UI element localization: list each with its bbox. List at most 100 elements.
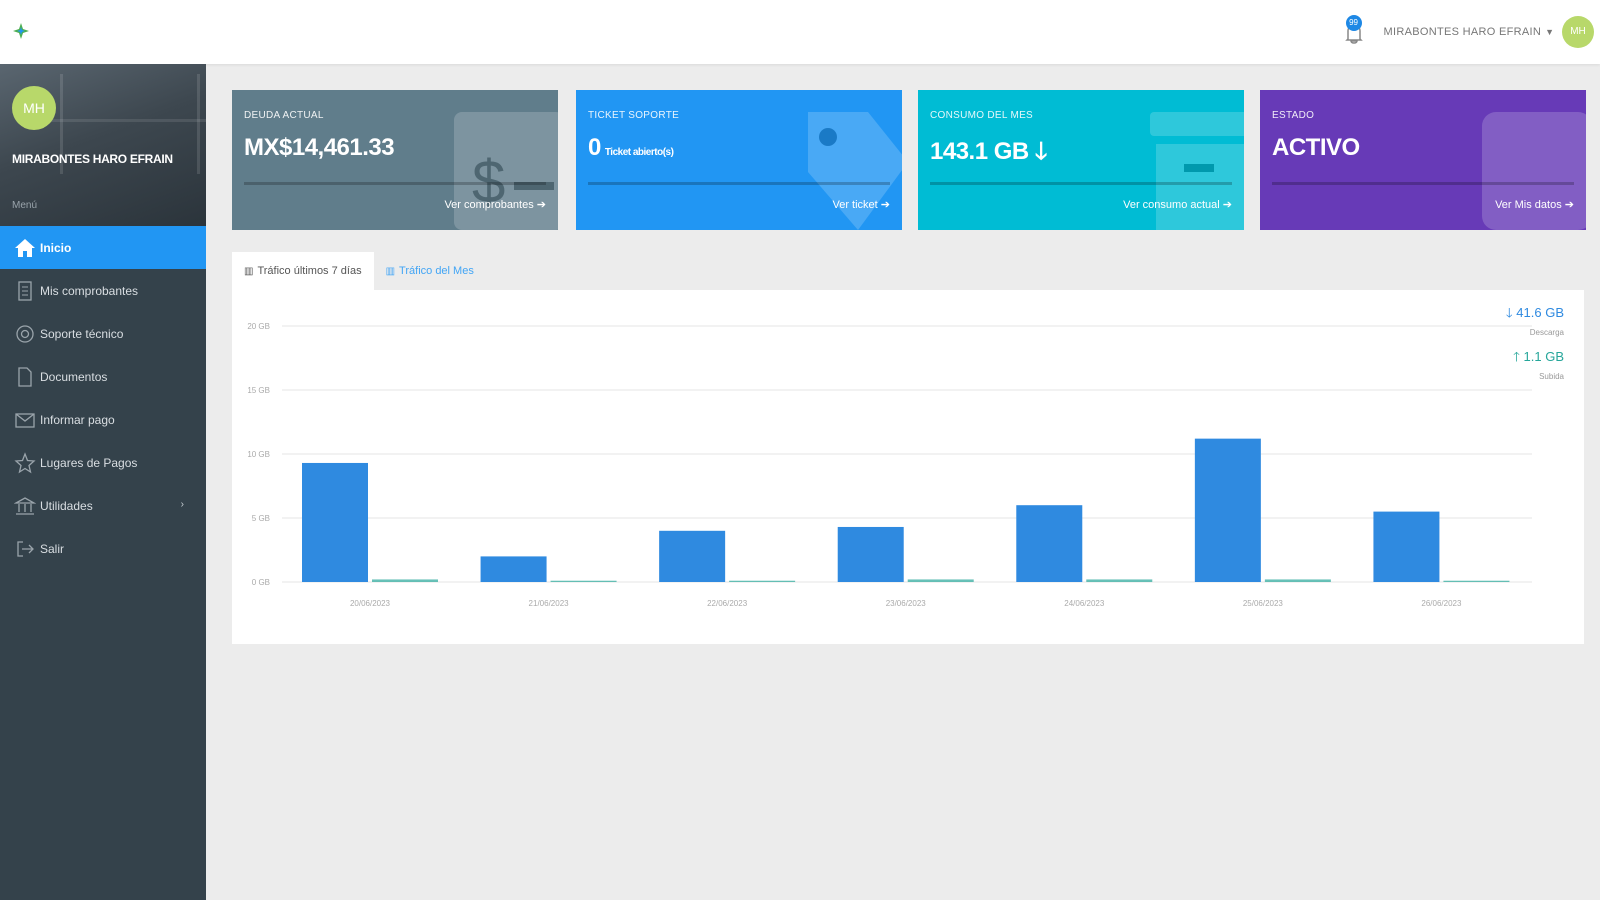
view-my-data-link[interactable]: Ver Mis datos ➔ <box>1495 198 1574 211</box>
download-label: Descarga <box>1529 328 1564 337</box>
download-value: 41.6 GB <box>1516 305 1564 320</box>
bar-upload <box>1264 579 1331 582</box>
bar-download <box>302 462 368 582</box>
file-icon <box>14 366 36 388</box>
user-menu-name[interactable]: MIRABONTES HARO EFRAIN <box>1384 26 1542 38</box>
logo-icon[interactable] <box>12 22 30 40</box>
legend-download: 🡓 41.6 GB Descarga <box>1506 304 1564 337</box>
card-value: ACTIVO <box>1272 134 1364 162</box>
home-icon <box>14 237 36 259</box>
y-tick-label: 5 GB <box>252 514 270 523</box>
card-value: 0 Ticket abierto(s) <box>588 134 674 162</box>
sidebar-menu-label: Menú <box>12 200 38 211</box>
bar-chart-icon: ▥ <box>244 265 254 277</box>
status-card: ESTADO ACTIVO Ver Mis datos ➔ <box>1260 90 1586 230</box>
monthly-usage-card: CONSUMO DEL MES 143.1 GB 🡓 Ver consumo a… <box>918 90 1244 230</box>
y-tick-label: 20 GB <box>247 322 270 331</box>
chevron-down-icon[interactable]: ▼ <box>1545 27 1554 37</box>
upload-value: 1.1 GB <box>1523 349 1564 364</box>
traffic-tabs: ▥ Tráfico últimos 7 días ▥ Tráfico del M… <box>232 252 486 290</box>
divider <box>588 182 890 185</box>
x-tick-label: 24/06/2023 <box>1064 599 1105 608</box>
dollar-icon: $ <box>454 112 558 230</box>
sidebar-item-label: Soporte técnico <box>40 326 124 341</box>
sidebar-item-informar-pago[interactable]: Informar pago <box>0 398 206 441</box>
bar-upload <box>550 580 617 582</box>
x-tick-label: 20/06/2023 <box>350 599 391 608</box>
x-tick-label: 21/06/2023 <box>529 599 570 608</box>
top-bar: 99 MIRABONTES HARO EFRAIN ▼ MH <box>0 0 1600 64</box>
envelope-icon <box>14 409 36 431</box>
download-total: 🡓 41.6 GB <box>1506 304 1564 326</box>
sidebar-item-label: Lugares de Pagos <box>40 455 138 470</box>
card-label: TICKET SOPORTE <box>588 110 680 121</box>
view-receipts-link[interactable]: Ver comprobantes ➔ <box>444 198 546 211</box>
monthly-usage-value: 143.1 GB 🡓 <box>930 138 1047 165</box>
bar-upload <box>372 579 438 582</box>
notification-badge: 99 <box>1345 15 1362 31</box>
x-tick-label: 25/06/2023 <box>1243 599 1284 608</box>
card-label: ESTADO <box>1272 110 1315 121</box>
sidebar-item-utilidades[interactable]: Utilidades › <box>0 484 206 527</box>
sidebar-item-label: Documentos <box>40 369 108 384</box>
notifications-button[interactable]: 99 <box>1342 15 1366 47</box>
archive-icon <box>1150 112 1244 230</box>
bar-download <box>480 556 547 582</box>
sidebar-profile: MH MIRABONTES HARO EFRAIN Menú <box>0 64 206 226</box>
arrow-down-icon: 🡓 <box>1505 305 1517 320</box>
star-icon <box>14 451 36 474</box>
y-tick-label: 0 GB <box>252 578 270 587</box>
logout-icon <box>14 538 36 560</box>
upload-total: 🡑 1.1 GB <box>1513 348 1564 370</box>
legend-upload: 🡑 1.1 GB Subida <box>1513 348 1564 381</box>
bank-icon <box>14 495 36 517</box>
support-icon <box>14 323 36 345</box>
divider <box>930 182 1232 185</box>
sidebar-item-label: Salir <box>40 541 65 556</box>
open-ticket-count: 0 <box>588 134 601 161</box>
sidebar-nav: Inicio Mis comprobantes Soporte técnico … <box>0 226 206 570</box>
sidebar-item-inicio[interactable]: Inicio <box>0 226 206 269</box>
bar-download <box>1373 511 1440 582</box>
sidebar-item-label: Mis comprobantes <box>40 283 139 298</box>
bar-download <box>1194 438 1261 582</box>
view-ticket-link[interactable]: Ver ticket ➔ <box>832 198 890 211</box>
view-usage-link[interactable]: Ver consumo actual ➔ <box>1123 198 1232 211</box>
avatar[interactable]: MH <box>1562 16 1594 48</box>
sidebar-item-lugares-de-pagos[interactable]: Lugares de Pagos <box>0 441 206 484</box>
card-value: 143.1 GB 🡓 <box>930 134 1051 175</box>
bar-download <box>1016 505 1083 582</box>
profile-card-icon <box>1482 112 1586 230</box>
traffic-bar-chart: 0 GB 5 GB 10 GB 15 GB 20 GB 20/06/2023 21/06/2… <box>247 322 1532 608</box>
y-tick-label: 10 GB <box>247 450 270 459</box>
bar-download <box>837 526 904 582</box>
x-tick-label: 23/06/2023 <box>886 599 927 608</box>
tab-last-7-days[interactable]: ▥ Tráfico últimos 7 días <box>232 252 374 290</box>
upload-label: Subida <box>1539 372 1564 381</box>
sidebar-item-salir[interactable]: Salir <box>0 527 206 570</box>
card-value-sub: Ticket abierto(s) <box>604 147 674 158</box>
sidebar-item-label: Inicio <box>40 240 72 255</box>
sidebar-item-label: Informar pago <box>40 412 115 427</box>
card-label: CONSUMO DEL MES <box>930 110 1034 121</box>
bar-upload <box>729 580 796 582</box>
document-icon <box>14 280 36 302</box>
y-tick-label: 15 GB <box>247 386 270 395</box>
x-tick-label: 22/06/2023 <box>707 599 748 608</box>
sidebar-item-label: Utilidades <box>40 498 93 513</box>
user-area: 99 MIRABONTES HARO EFRAIN ▼ MH <box>1342 10 1594 54</box>
tag-icon <box>808 112 902 230</box>
sidebar-item-documentos[interactable]: Documentos <box>0 355 206 398</box>
sidebar-item-soporte-tecnico[interactable]: Soporte técnico <box>0 312 206 355</box>
sidebar: MH MIRABONTES HARO EFRAIN Menú Inicio Mi… <box>0 64 206 900</box>
bar-download <box>659 530 726 582</box>
x-tick-label: 26/06/2023 <box>1421 599 1462 608</box>
chevron-right-icon: › <box>180 499 184 510</box>
tab-label: Tráfico del Mes <box>399 265 474 277</box>
debt-card: $ DEUDA ACTUAL MX$14,461.33 Ver comproba… <box>232 90 558 230</box>
tab-label: Tráfico últimos 7 días <box>257 265 362 277</box>
sidebar-item-mis-comprobantes[interactable]: Mis comprobantes <box>0 269 206 312</box>
tab-month[interactable]: ▥ Tráfico del Mes <box>374 252 486 290</box>
bar-upload <box>1443 580 1510 582</box>
debt-amount: MX$14,461.33 <box>244 134 395 161</box>
